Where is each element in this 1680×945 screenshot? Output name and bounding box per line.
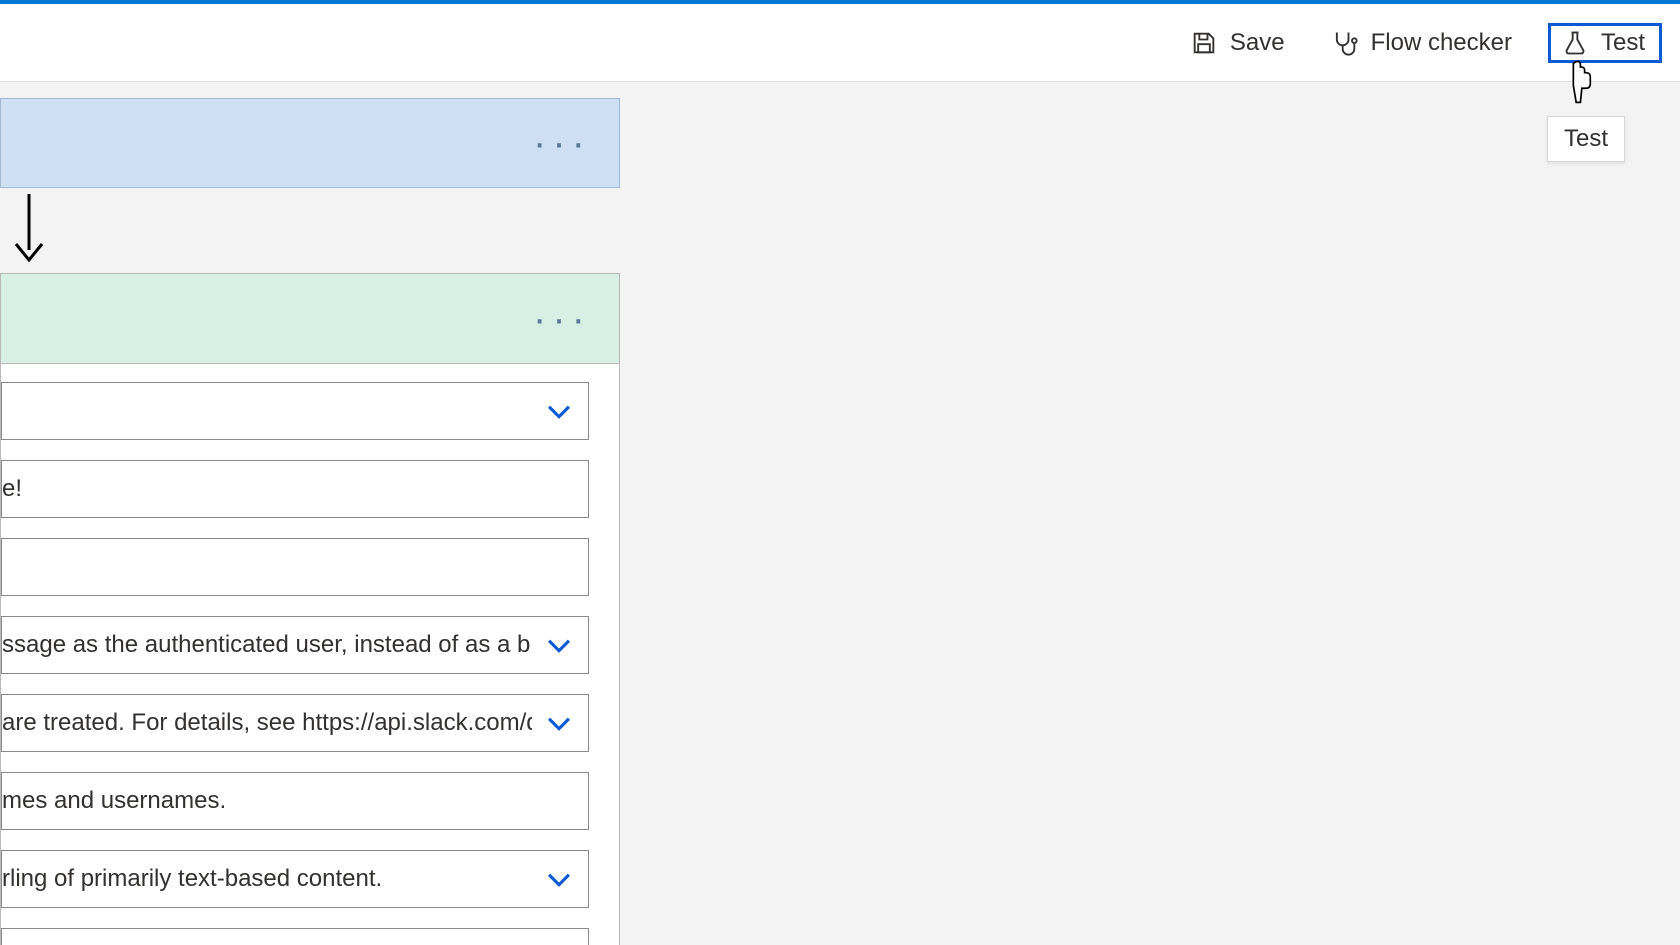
save-label: Save	[1230, 29, 1285, 57]
flow-checker-button[interactable]: Flow checker	[1321, 23, 1522, 63]
save-button[interactable]: Save	[1180, 23, 1295, 63]
flow-arrow-icon	[10, 192, 48, 264]
flask-icon	[1561, 29, 1589, 57]
save-icon	[1190, 29, 1218, 57]
chevron-down-icon	[542, 628, 576, 662]
action-card-body: e! ssage as the authenticated user, inst…	[1, 364, 619, 945]
action-card[interactable]: ··· e! ssage as the authenticated user, …	[0, 273, 620, 945]
chevron-down-icon	[542, 940, 576, 945]
chevron-down-icon	[542, 862, 576, 896]
test-label: Test	[1601, 29, 1645, 57]
test-tooltip: Test	[1547, 116, 1625, 162]
stethoscope-icon	[1331, 29, 1359, 57]
field-value: mes and usernames.	[2, 787, 576, 815]
dropdown-field[interactable]: are treated. For details, see https://ap…	[1, 694, 589, 752]
test-button[interactable]: Test	[1548, 23, 1662, 63]
dropdown-field[interactable]: ssage as the authenticated user, instead…	[1, 616, 589, 674]
text-field[interactable]: e!	[1, 460, 589, 518]
chevron-down-icon	[542, 394, 576, 428]
field-value: are treated. For details, see https://ap…	[2, 709, 532, 737]
chevron-down-icon	[542, 706, 576, 740]
trigger-card[interactable]: ···	[0, 98, 620, 188]
flow-checker-label: Flow checker	[1371, 29, 1512, 57]
field-value: rling of primarily text-based content.	[2, 865, 532, 893]
dropdown-field[interactable]	[1, 382, 589, 440]
text-field[interactable]: mes and usernames.	[1, 772, 589, 830]
action-card-header[interactable]: ···	[1, 274, 619, 364]
field-value: e!	[2, 475, 576, 503]
tooltip-text: Test	[1564, 125, 1608, 152]
flow-canvas: ··· ··· e! ssage as the authenticated us…	[0, 98, 620, 945]
dropdown-field[interactable]: rling of media content.	[1, 928, 589, 945]
field-value: ssage as the authenticated user, instead…	[2, 631, 532, 659]
text-field[interactable]	[1, 538, 589, 596]
dropdown-field[interactable]: rling of primarily text-based content.	[1, 850, 589, 908]
command-bar: Save Flow checker Test	[0, 4, 1680, 82]
